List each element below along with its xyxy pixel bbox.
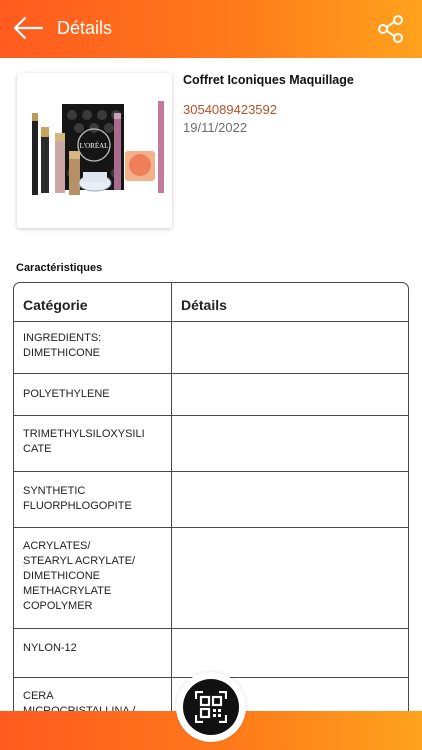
back-button[interactable] [12,13,46,43]
row-category: TRIMETHYLSILOXYSILI CATE [14,416,172,471]
qr-scan-icon [195,691,227,723]
product-barcode: 3054089423592 [183,102,277,117]
row-details [172,528,408,628]
table-row: POLYETHYLENE [14,374,408,416]
share-button[interactable] [378,15,404,43]
app-header: Détails [0,0,422,58]
characteristics-table: Catégorie Détails INGREDIENTS: DIMETHICO… [13,282,409,722]
row-category: ACRYLATES/ STEARYL ACRYLATE/ DIMETHICONE… [14,528,172,628]
table-row: SYNTHETIC FLUORPHLOGOPITE [14,472,408,528]
row-details [172,416,408,471]
table-row: ACRYLATES/ STEARYL ACRYLATE/ DIMETHICONE… [14,528,408,629]
table-row: NYLON-12 [14,629,408,678]
table-row: INGREDIENTS: DIMETHICONE [14,322,408,374]
scan-date: 19/11/2022 [183,120,248,135]
product-name: Coffret Iconiques Maquillage [183,73,354,87]
share-icon [378,15,403,43]
row-category: NYLON-12 [14,629,172,677]
row-details [172,374,408,415]
column-header-details: Détails [181,297,227,313]
row-category: POLYETHYLENE [14,374,172,415]
section-title: Caractéristiques [16,262,103,274]
brand-logo-text: L'ORÉAL [80,142,109,150]
table-row: TRIMETHYLSILOXYSILI CATE [14,416,408,472]
row-category: INGREDIENTS: DIMETHICONE [14,322,172,373]
details-screen: Détails L'ORÉAL Coffret Iconiques Maquil… [0,0,422,750]
row-details [172,322,408,373]
table-header: Catégorie Détails [14,283,408,322]
scan-button[interactable] [183,679,239,735]
product-image[interactable]: L'ORÉAL [17,73,172,228]
product-photo: L'ORÉAL [17,73,172,228]
column-header-category: Catégorie [14,283,172,321]
row-details [172,472,408,527]
page-title: Détails [57,18,113,38]
row-details [172,629,408,677]
row-category: SYNTHETIC FLUORPHLOGOPITE [14,472,172,527]
arrow-left-icon [13,16,44,40]
